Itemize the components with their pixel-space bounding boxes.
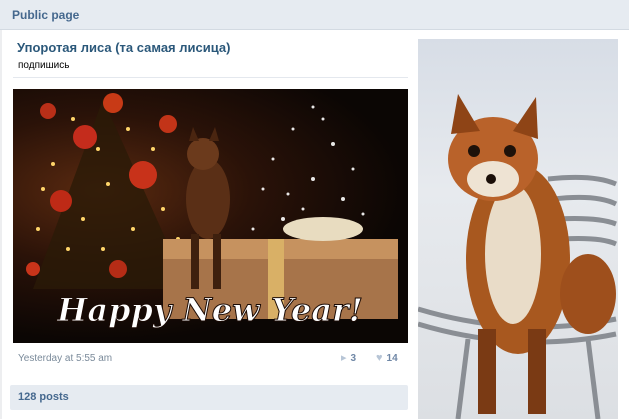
page-type-label: Public page: [12, 8, 80, 22]
megaphone-icon: ▸: [341, 352, 347, 364]
fox-head: [448, 94, 538, 201]
share-count: 3: [350, 353, 357, 364]
divider: [13, 77, 408, 78]
page-header: Public page: [0, 0, 629, 30]
like-button[interactable]: ♥ 14: [376, 352, 398, 365]
community-name-link[interactable]: Упоротая лиса (та самая лисица): [17, 40, 230, 55]
posts-count-label: 128 posts: [18, 391, 69, 403]
sparkles: [251, 105, 365, 231]
heart-icon: ♥: [376, 352, 383, 364]
stuffed-fox-photo: [418, 94, 618, 419]
posts-count-bar[interactable]: 128 posts: [10, 385, 408, 410]
post-image[interactable]: Happy New Year!: [13, 89, 408, 343]
like-count: 14: [386, 353, 398, 364]
image-caption: Happy New Year!: [56, 291, 363, 329]
share-button[interactable]: ▸ 3: [341, 352, 357, 365]
new-year-fox-illustration: Happy New Year!: [26, 93, 398, 330]
community-status-text: подпишись: [18, 60, 70, 71]
post-timestamp[interactable]: Yesterday at 5:55 am: [18, 353, 112, 364]
community-avatar-photo[interactable]: [418, 39, 618, 419]
